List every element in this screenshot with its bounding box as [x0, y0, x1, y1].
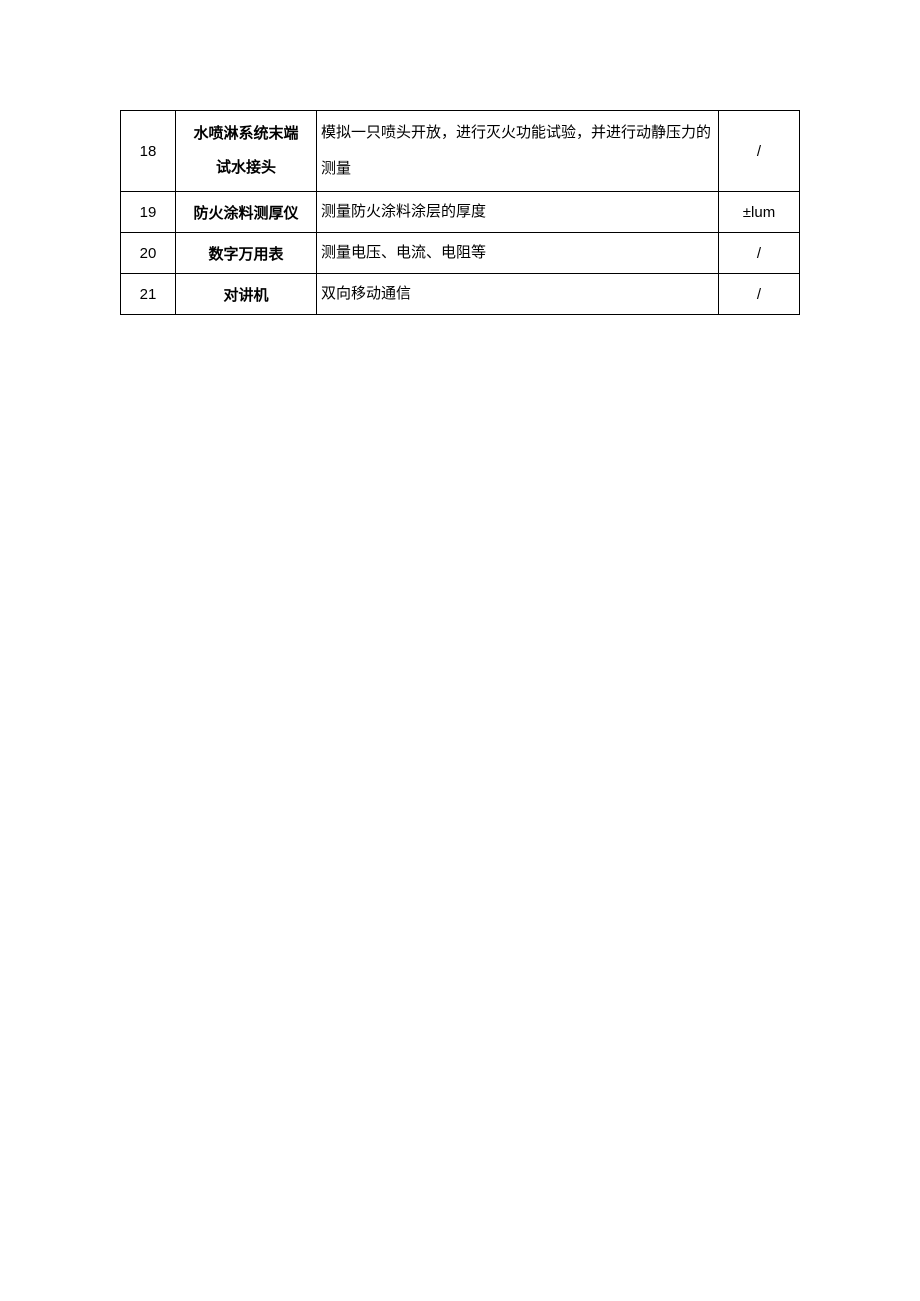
name-line1: 水喷淋系统末端	[193, 126, 298, 142]
table-row: 18 水喷淋系统末端 试水接头 模拟一只喷头开放，进行灭火功能试验，并进行动静压…	[121, 111, 800, 192]
equipment-description: 测量电压、电流、电阻等	[317, 233, 719, 274]
equipment-name: 防火涂料测厚仪	[176, 192, 317, 233]
table-row: 20 数字万用表 测量电压、电流、电阻等 /	[121, 233, 800, 274]
table-row: 19 防火涂料测厚仪 测量防火涂料涂层的厚度 ±lum	[121, 192, 800, 233]
row-number: 20	[121, 233, 176, 274]
equipment-description: 双向移动通信	[317, 274, 719, 315]
row-number: 19	[121, 192, 176, 233]
equipment-name: 水喷淋系统末端 试水接头	[176, 111, 317, 192]
equipment-spec: /	[719, 233, 800, 274]
row-number: 18	[121, 111, 176, 192]
document-page: 18 水喷淋系统末端 试水接头 模拟一只喷头开放，进行灭火功能试验，并进行动静压…	[0, 0, 920, 315]
equipment-description: 模拟一只喷头开放，进行灭火功能试验，并进行动静压力的测量	[317, 111, 719, 192]
row-number: 21	[121, 274, 176, 315]
equipment-table: 18 水喷淋系统末端 试水接头 模拟一只喷头开放，进行灭火功能试验，并进行动静压…	[120, 110, 800, 315]
equipment-spec: /	[719, 111, 800, 192]
equipment-spec: /	[719, 274, 800, 315]
equipment-description: 测量防火涂料涂层的厚度	[317, 192, 719, 233]
equipment-name: 数字万用表	[176, 233, 317, 274]
name-line2: 试水接头	[216, 160, 276, 176]
table-row: 21 对讲机 双向移动通信 /	[121, 274, 800, 315]
equipment-spec: ±lum	[719, 192, 800, 233]
equipment-name: 对讲机	[176, 274, 317, 315]
